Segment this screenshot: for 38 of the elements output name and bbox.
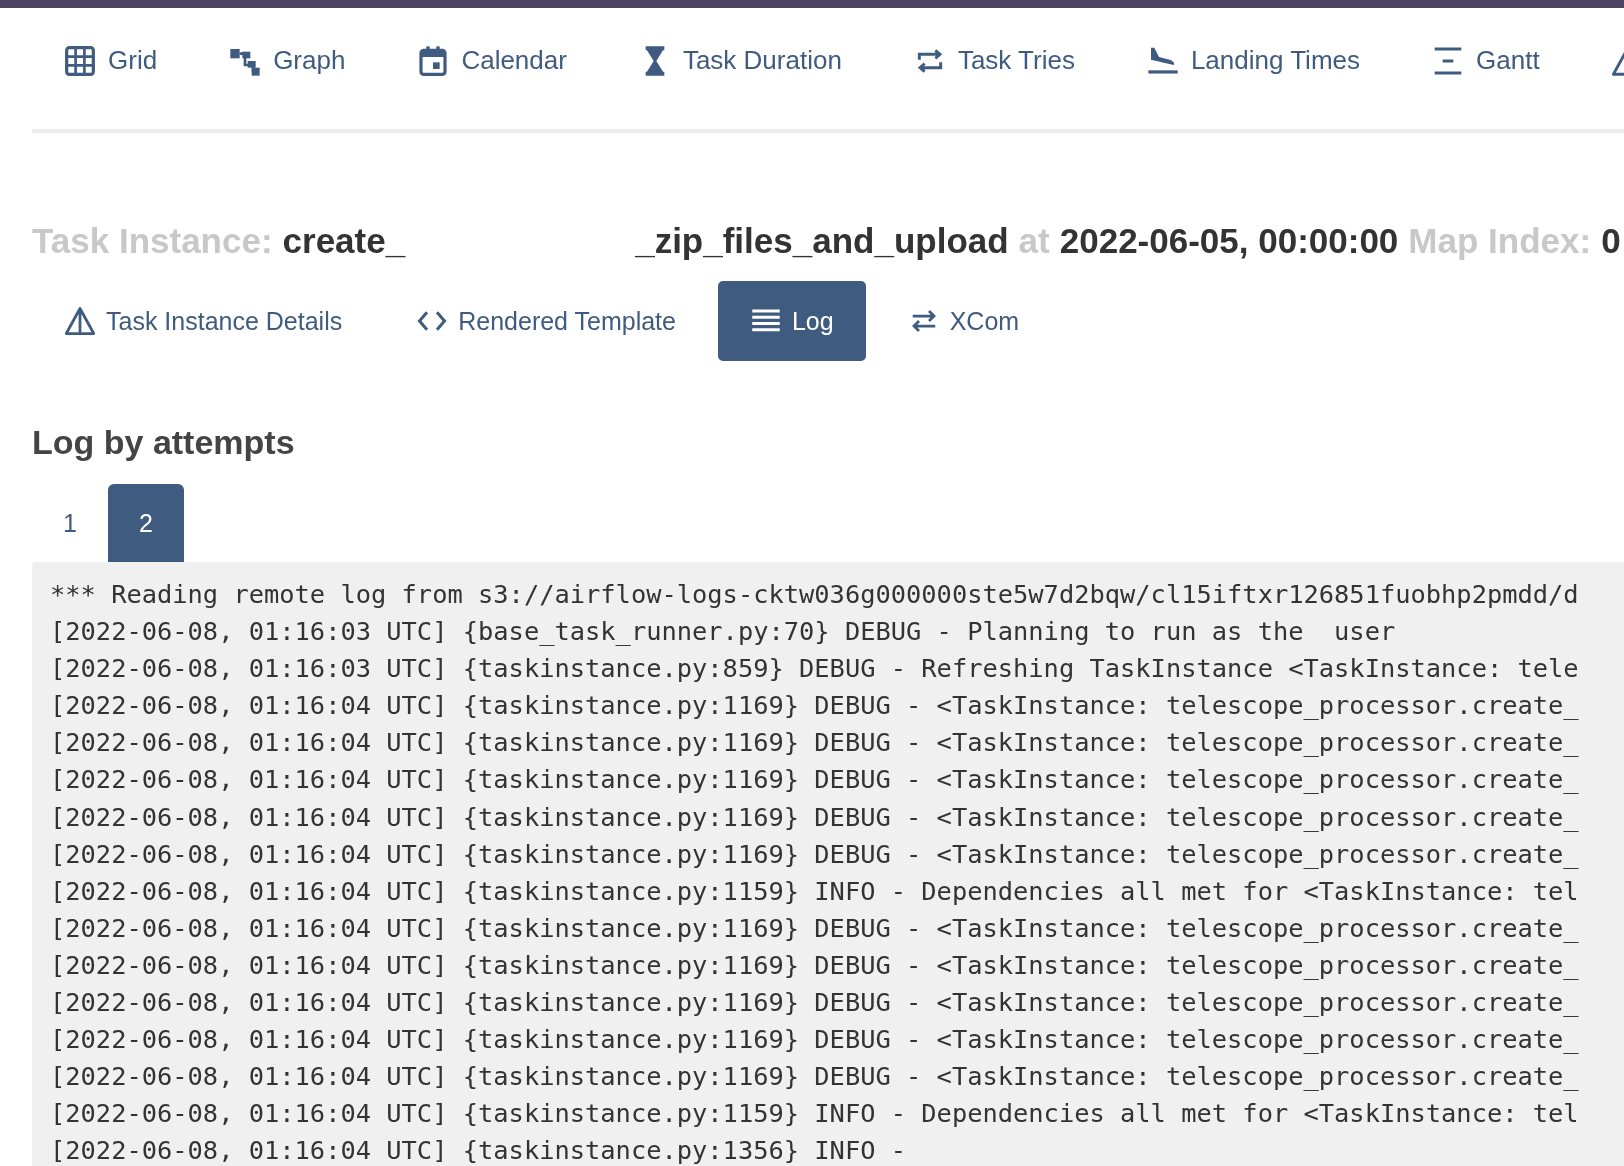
task-name: _zip_files_and_upload — [635, 221, 1009, 261]
log-line: [2022-06-08, 01:16:04 UTC] {taskinstance.py:1169} DEBUG - <TaskInstance: telescope_processor.create_ — [50, 948, 1579, 982]
log-line: [2022-06-08, 01:16:03 UTC] {base_task_runner.py:70} DEBUG - Planning to run as the user — [50, 615, 1396, 649]
nav-link[interactable]: Calendar — [417, 44, 567, 77]
nav-link[interactable]: Graph — [229, 44, 346, 77]
log-line: [2022-06-08, 01:16:04 UTC] {taskinstance.py:1169} DEBUG - <TaskInstance: telescope_processor.create_ — [50, 689, 1579, 723]
tab[interactable]: Rendered Template — [384, 281, 708, 361]
map-index: 0 — [1601, 221, 1621, 261]
task-name: create_ — [282, 221, 406, 261]
tab[interactable]: Log — [717, 281, 866, 361]
nav-link[interactable]: Task Duration — [638, 44, 842, 77]
log-line: [2022-06-08, 01:16:04 UTC] {taskinstance.py:1356} INFO - — [50, 1134, 907, 1166]
calendar-icon — [417, 44, 450, 77]
attempt-tab[interactable]: 1 — [32, 484, 108, 562]
log-line: [2022-06-08, 01:16:04 UTC] {taskinstance.py:1169} DEBUG - <TaskInstance: telescope_processor.create_ — [50, 911, 1579, 945]
log-line: [2022-06-08, 01:16:04 UTC] {taskinstance.py:1169} DEBUG - <TaskInstance: telescope_processor.create_ — [50, 800, 1579, 834]
section-heading: Log by attempts — [32, 423, 296, 462]
triangle-icon — [64, 306, 96, 336]
nav-link[interactable]: Gantt — [1432, 44, 1540, 77]
log-line: [2022-06-08, 01:16:04 UTC] {taskinstance.py:1169} DEBUG - <TaskInstance: telescope_processor.create_ — [50, 986, 1579, 1020]
log-line: [2022-06-08, 01:16:04 UTC] {taskinstance.py:1169} DEBUG - <TaskInstance: telescope_processor.create_ — [50, 726, 1579, 760]
log-line: [2022-06-08, 01:16:03 UTC] {taskinstance.py:859} DEBUG - Refreshing TaskInstance <TaskInstance: tele — [50, 652, 1579, 686]
log-line: *** Reading remote log from s3://airflow-logs-cktw036g000000ste5w7d2bqw/cl15iftxr126851fuobhp2pmdd/d — [50, 578, 1579, 611]
log-line: [2022-06-08, 01:16:04 UTC] {taskinstance.py:1169} DEBUG - <TaskInstance: telescope_processor.create_ — [50, 763, 1579, 797]
grid-icon — [64, 44, 96, 77]
log-line: [2022-06-08, 01:16:04 UTC] {taskinstance.py:1169} DEBUG - <TaskInstance: telescope_processor.create_ — [50, 1023, 1579, 1057]
log-line: [2022-06-08, 01:16:04 UTC] {taskinstance.py:1159} INFO - Dependencies all met for <TaskInstance: tel — [50, 874, 1579, 908]
log-line: [2022-06-08, 01:16:04 UTC] {taskinstance.py:1169} DEBUG - <TaskInstance: telescope_processor.create_ — [50, 1060, 1579, 1094]
run-date: 2022-06-05, 00:00:00 — [1059, 221, 1399, 261]
attempt-tab[interactable]: 2 — [108, 484, 184, 562]
log-line: [2022-06-08, 01:16:04 UTC] {taskinstance.py:1169} DEBUG - <TaskInstance: telescope_processor.create_ — [50, 837, 1579, 871]
tab[interactable]: Task Instance Details — [32, 281, 375, 361]
log-line: [2022-06-08, 01:16:04 UTC] {taskinstance.py:1159} INFO - Dependencies all met for <TaskInstance: tel — [50, 1097, 1579, 1131]
nav-link[interactable]: Grid — [64, 44, 158, 77]
gantt-icon — [1432, 44, 1464, 77]
nav-link[interactable]: Landing Times — [1146, 44, 1360, 77]
nav-link[interactable]: Task Tries — [913, 44, 1075, 77]
tab[interactable]: XCom — [875, 281, 1052, 361]
